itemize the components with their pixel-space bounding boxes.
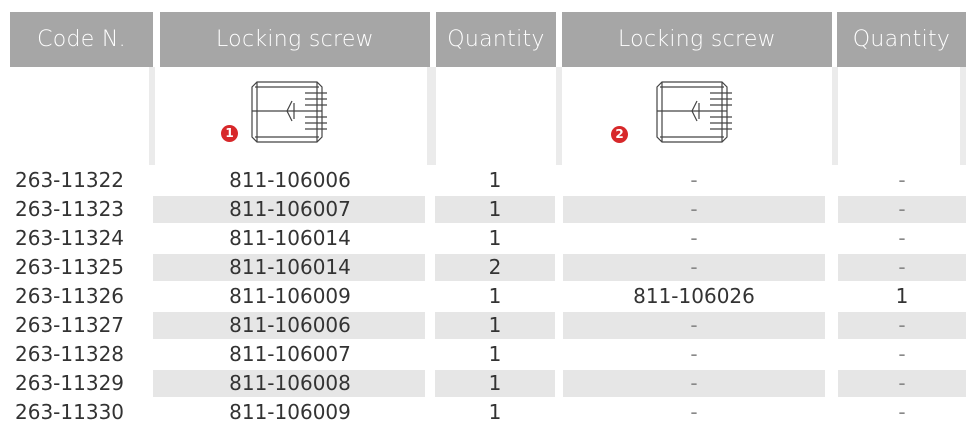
- header-locking-screw-2: Locking screw: [562, 12, 832, 67]
- cell-qty-1: 1: [488, 313, 502, 337]
- cell-qty-2: 1: [895, 284, 909, 308]
- cell-screw-2: -: [690, 197, 698, 221]
- cell-qty-2: -: [898, 168, 906, 192]
- cell-qty-2: -: [898, 197, 906, 221]
- cell-screw-2: -: [690, 371, 698, 395]
- cell-qty-1: 1: [488, 168, 502, 192]
- cell-code: 263-11329: [15, 371, 125, 395]
- cell-code: 263-11327: [15, 313, 125, 337]
- cell-screw-1: 811-106008: [229, 371, 351, 395]
- cell-screw-2: -: [690, 400, 698, 424]
- header-locking-screw-1: Locking screw: [160, 12, 430, 67]
- cell-qty-2: -: [898, 342, 906, 366]
- cell-code: 263-11330: [15, 400, 125, 424]
- table-row: 263-11330 811-106009 1 - -: [0, 398, 966, 427]
- table-row: 263-11325 811-106014 2 - -: [0, 253, 966, 282]
- cell-screw-2: 811-106026: [633, 284, 755, 308]
- cell-qty-1: 1: [488, 371, 502, 395]
- cell-qty-2: -: [898, 255, 906, 279]
- cell-screw-1: 811-106007: [229, 342, 351, 366]
- cell-code: 263-11322: [15, 168, 125, 192]
- table-row: 263-11329 811-106008 1 - -: [0, 369, 966, 398]
- cell-code: 263-11326: [15, 284, 125, 308]
- cell-qty-1: 1: [488, 400, 502, 424]
- table-row: 263-11326 811-106009 1 811-106026 1: [0, 282, 966, 311]
- cell-screw-1: 811-106006: [229, 313, 351, 337]
- marker-badge-1: 1: [221, 125, 238, 142]
- cell-code: 263-11325: [15, 255, 125, 279]
- cell-qty-1: 2: [488, 255, 502, 279]
- header-code: Code N.: [10, 12, 153, 67]
- cell-code: 263-11324: [15, 226, 125, 250]
- cell-screw-1: 811-106009: [229, 400, 351, 424]
- quantity-image-cell-1: [430, 67, 562, 165]
- cell-qty-2: -: [898, 226, 906, 250]
- cell-screw-2: -: [690, 255, 698, 279]
- locking-screw-drawing-1: [251, 81, 327, 143]
- cell-screw-2: -: [690, 168, 698, 192]
- cell-screw-2: -: [690, 226, 698, 250]
- header-quantity-1: Quantity: [436, 12, 556, 67]
- cell-screw-1: 811-106014: [229, 255, 351, 279]
- cell-qty-1: 1: [488, 226, 502, 250]
- cell-qty-2: -: [898, 400, 906, 424]
- cell-qty-1: 1: [488, 197, 502, 221]
- cell-code: 263-11323: [15, 197, 125, 221]
- cell-qty-1: 1: [488, 342, 502, 366]
- cell-screw-2: -: [690, 342, 698, 366]
- cell-screw-1: 811-106007: [229, 197, 351, 221]
- screw-image-cell-2: 2: [556, 67, 838, 165]
- cell-qty-2: -: [898, 371, 906, 395]
- cell-qty-2: -: [898, 313, 906, 337]
- table-row: 263-11324 811-106014 1 - -: [0, 224, 966, 253]
- table-row: 263-11323 811-106007 1 - -: [0, 195, 966, 224]
- header-quantity-2: Quantity: [837, 12, 966, 67]
- cell-qty-1: 1: [488, 284, 502, 308]
- table-row: 263-11322 811-106006 1 - -: [0, 166, 966, 195]
- cell-code: 263-11328: [15, 342, 125, 366]
- cell-screw-1: 811-106009: [229, 284, 351, 308]
- quantity-image-cell-2: [832, 67, 966, 165]
- marker-badge-2: 2: [611, 126, 628, 143]
- cell-screw-1: 811-106006: [229, 168, 351, 192]
- table-row: 263-11328 811-106007 1 - -: [0, 340, 966, 369]
- cell-screw-2: -: [690, 313, 698, 337]
- screw-image-cell-1: 1: [149, 67, 433, 165]
- locking-screw-drawing-2: [656, 81, 732, 143]
- cell-screw-1: 811-106014: [229, 226, 351, 250]
- table-row: 263-11327 811-106006 1 - -: [0, 311, 966, 340]
